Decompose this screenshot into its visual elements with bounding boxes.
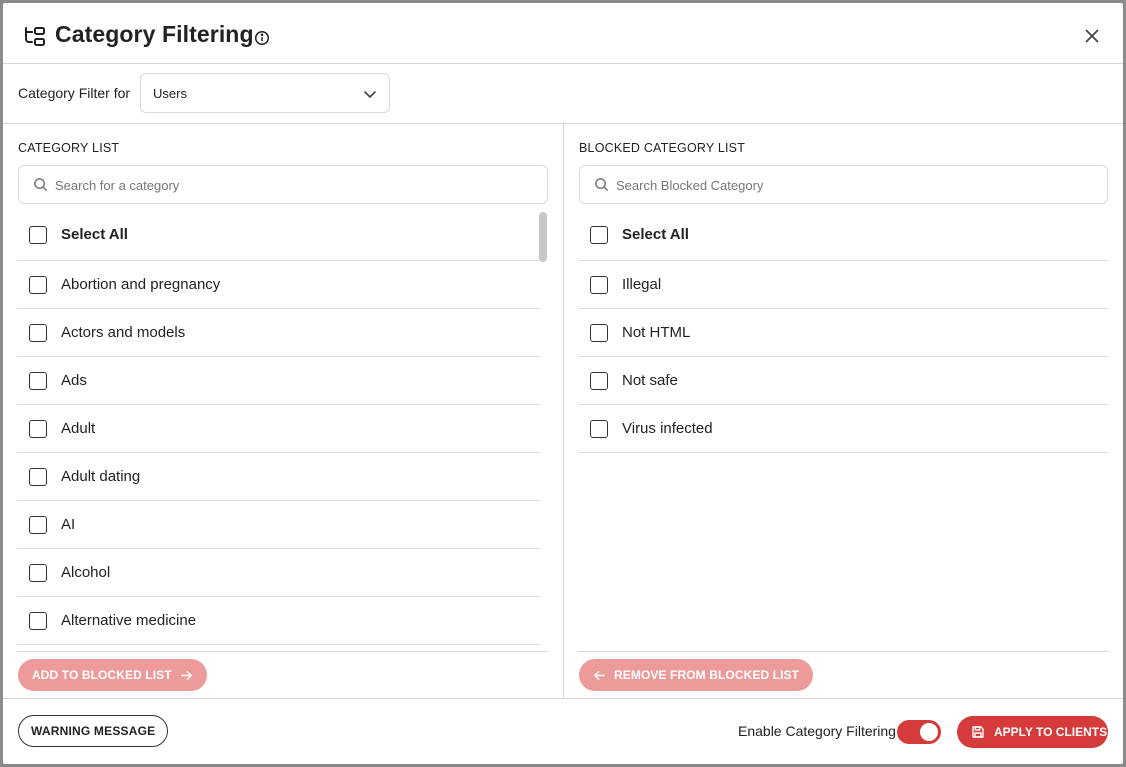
list-item-label: Actors and models — [61, 324, 186, 341]
list-item[interactable]: Alternative medicine — [17, 597, 541, 645]
dialog-footer: WARNING MESSAGE Enable Category Filterin… — [3, 698, 1123, 764]
filter-target-value: Users — [153, 86, 187, 101]
checkbox[interactable] — [590, 226, 608, 244]
list-item-label: Virus infected — [622, 420, 713, 437]
category-list-scrollbar[interactable] — [539, 212, 547, 262]
checkbox[interactable] — [29, 276, 47, 294]
blocked-search[interactable] — [579, 165, 1108, 204]
filter-target-select[interactable]: Users — [140, 73, 390, 113]
list-item-label: Alternative medicine — [61, 612, 197, 629]
blocked-list-panel: BLOCKED CATEGORY LIST Select All Illegal… — [564, 124, 1123, 698]
category-filtering-dialog: Category Filtering Category Filter for U… — [3, 3, 1123, 764]
list-item[interactable]: Virus infected — [578, 405, 1109, 453]
list-item-label: Ads — [61, 372, 87, 389]
checkbox[interactable] — [29, 420, 47, 438]
category-tree-icon — [25, 27, 45, 46]
checkbox[interactable] — [590, 324, 608, 342]
arrow-right-icon — [180, 670, 192, 680]
checkbox[interactable] — [590, 276, 608, 294]
enable-filtering-toggle[interactable] — [897, 720, 941, 744]
select-all-label: Select All — [622, 226, 689, 243]
list-item-label: Not HTML — [622, 324, 691, 341]
dialog-title: Category Filtering — [55, 21, 254, 47]
arrow-left-icon — [594, 670, 605, 680]
info-icon[interactable] — [254, 30, 270, 46]
checkbox[interactable] — [29, 372, 47, 390]
category-search[interactable] — [18, 165, 548, 204]
checkbox[interactable] — [29, 564, 47, 582]
blocked-list: Select All Illegal Not HTML Not safe Vir… — [578, 211, 1109, 453]
remove-from-blocked-label: REMOVE FROM BLOCKED LIST — [614, 668, 800, 682]
apply-to-clients-button[interactable]: APPLY TO CLIENTS — [957, 716, 1108, 748]
warning-message-button[interactable]: WARNING MESSAGE — [18, 715, 169, 747]
list-item[interactable]: Ads — [17, 357, 541, 405]
add-to-blocked-button[interactable]: ADD TO BLOCKED LIST — [18, 659, 207, 691]
divider — [578, 651, 1109, 652]
category-list-panel: CATEGORY LIST Select All Abortion and pr… — [3, 124, 564, 698]
blocked-search-input[interactable] — [616, 175, 1076, 195]
enable-filtering-label: Enable Category Filtering — [738, 723, 896, 739]
filter-target-row: Category Filter for Users — [3, 64, 1123, 124]
add-to-blocked-label: ADD TO BLOCKED LIST — [32, 668, 172, 682]
checkbox[interactable] — [590, 372, 608, 390]
toggle-knob — [920, 723, 938, 741]
list-item[interactable]: Abortion and pregnancy — [17, 261, 541, 309]
category-list-heading: CATEGORY LIST — [18, 141, 120, 155]
list-item-label: Not safe — [622, 372, 678, 389]
close-icon[interactable] — [1083, 27, 1101, 45]
list-item-label: AI — [61, 516, 76, 533]
filter-target-label: Category Filter for — [18, 85, 131, 101]
list-item[interactable]: Not safe — [578, 357, 1109, 405]
chevron-down-icon — [364, 91, 376, 98]
list-item[interactable]: Actors and models — [17, 309, 541, 357]
checkbox[interactable] — [29, 516, 47, 534]
apply-to-clients-label: APPLY TO CLIENTS — [994, 725, 1108, 739]
checkbox[interactable] — [29, 468, 47, 486]
dialog-header: Category Filtering — [3, 3, 1123, 64]
checkbox[interactable] — [29, 226, 47, 244]
search-icon — [34, 178, 47, 191]
list-item-label: Alcohol — [61, 564, 111, 581]
blocked-select-all[interactable]: Select All — [578, 211, 1109, 261]
divider — [17, 651, 548, 652]
checkbox[interactable] — [29, 324, 47, 342]
list-item[interactable]: AI — [17, 501, 541, 549]
list-item[interactable]: Adult dating — [17, 453, 541, 501]
save-icon — [972, 726, 984, 738]
list-item-label: Adult — [61, 420, 96, 437]
checkbox[interactable] — [29, 612, 47, 630]
category-search-input[interactable] — [55, 175, 515, 195]
blocked-list-heading: BLOCKED CATEGORY LIST — [579, 141, 746, 155]
category-select-all[interactable]: Select All — [17, 211, 541, 261]
checkbox[interactable] — [590, 420, 608, 438]
list-item[interactable]: Not HTML — [578, 309, 1109, 357]
remove-from-blocked-button[interactable]: REMOVE FROM BLOCKED LIST — [579, 659, 814, 691]
list-item-label: Illegal — [622, 276, 662, 293]
list-item[interactable]: Illegal — [578, 261, 1109, 309]
list-item[interactable]: Alcohol — [17, 549, 541, 597]
list-item-label: Abortion and pregnancy — [61, 276, 221, 293]
list-item[interactable]: Adult — [17, 405, 541, 453]
select-all-label: Select All — [61, 226, 128, 243]
category-list: Select All Abortion and pregnancy Actors… — [17, 211, 541, 645]
list-item-label: Adult dating — [61, 468, 141, 485]
search-icon — [595, 178, 608, 191]
